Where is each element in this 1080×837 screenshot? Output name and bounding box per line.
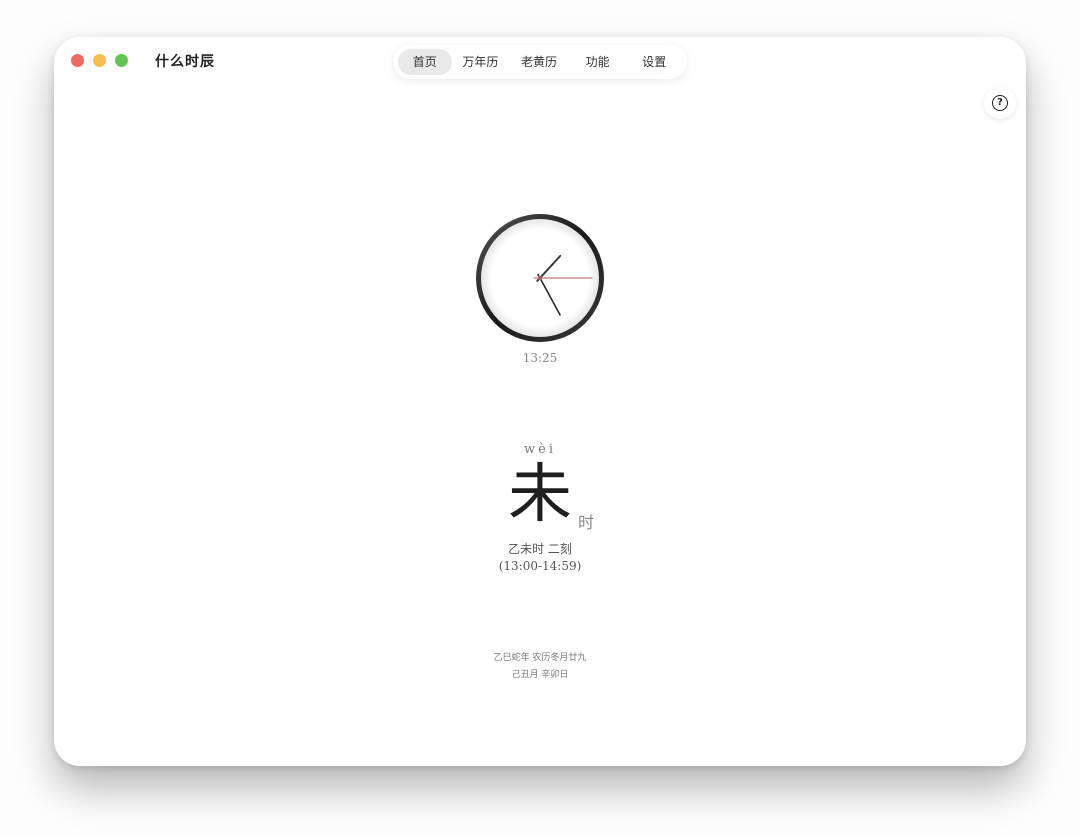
analog-clock <box>476 214 604 342</box>
tab-features[interactable]: 功能 <box>569 49 627 75</box>
tab-bar: 首页 万年历 老黄历 功能 设置 <box>393 45 687 79</box>
tab-home[interactable]: 首页 <box>398 49 452 75</box>
clock-center-pin <box>538 276 542 280</box>
close-window-button[interactable] <box>71 54 84 67</box>
shichen-time-range: (13:00-14:59) <box>498 559 582 573</box>
digital-time: 13:25 <box>522 351 558 365</box>
shichen-suffix: 时 <box>578 513 595 532</box>
app-title: 什么时辰 <box>155 54 215 70</box>
desktop: 什么时辰 首页 万年历 老黄历 功能 设置 ? 13:25 wèi 未 时 乙未… <box>0 0 1080 837</box>
tab-perpetual-calendar[interactable]: 万年历 <box>452 49 510 75</box>
help-button[interactable]: ? <box>984 87 1016 119</box>
question-circle-icon: ? <box>992 95 1008 111</box>
shichen-ke: 乙未时 二刻 <box>508 542 572 556</box>
tab-almanac[interactable]: 老黄历 <box>509 49 569 75</box>
maximize-window-button[interactable] <box>115 54 128 67</box>
title-bar: 什么时辰 首页 万年历 老黄历 功能 设置 <box>54 37 1026 87</box>
app-window: 什么时辰 首页 万年历 老黄历 功能 设置 ? 13:25 wèi 未 时 乙未… <box>54 37 1026 766</box>
ganzhi-month-day: 己丑月 辛卯日 <box>511 670 569 680</box>
tab-settings[interactable]: 设置 <box>626 49 682 75</box>
lunar-year-date: 乙巳蛇年 农历冬月廿九 <box>493 653 587 663</box>
shichen-pinyin: wèi <box>524 442 556 457</box>
minimize-window-button[interactable] <box>93 54 106 67</box>
shichen-character: 未 <box>508 458 572 532</box>
